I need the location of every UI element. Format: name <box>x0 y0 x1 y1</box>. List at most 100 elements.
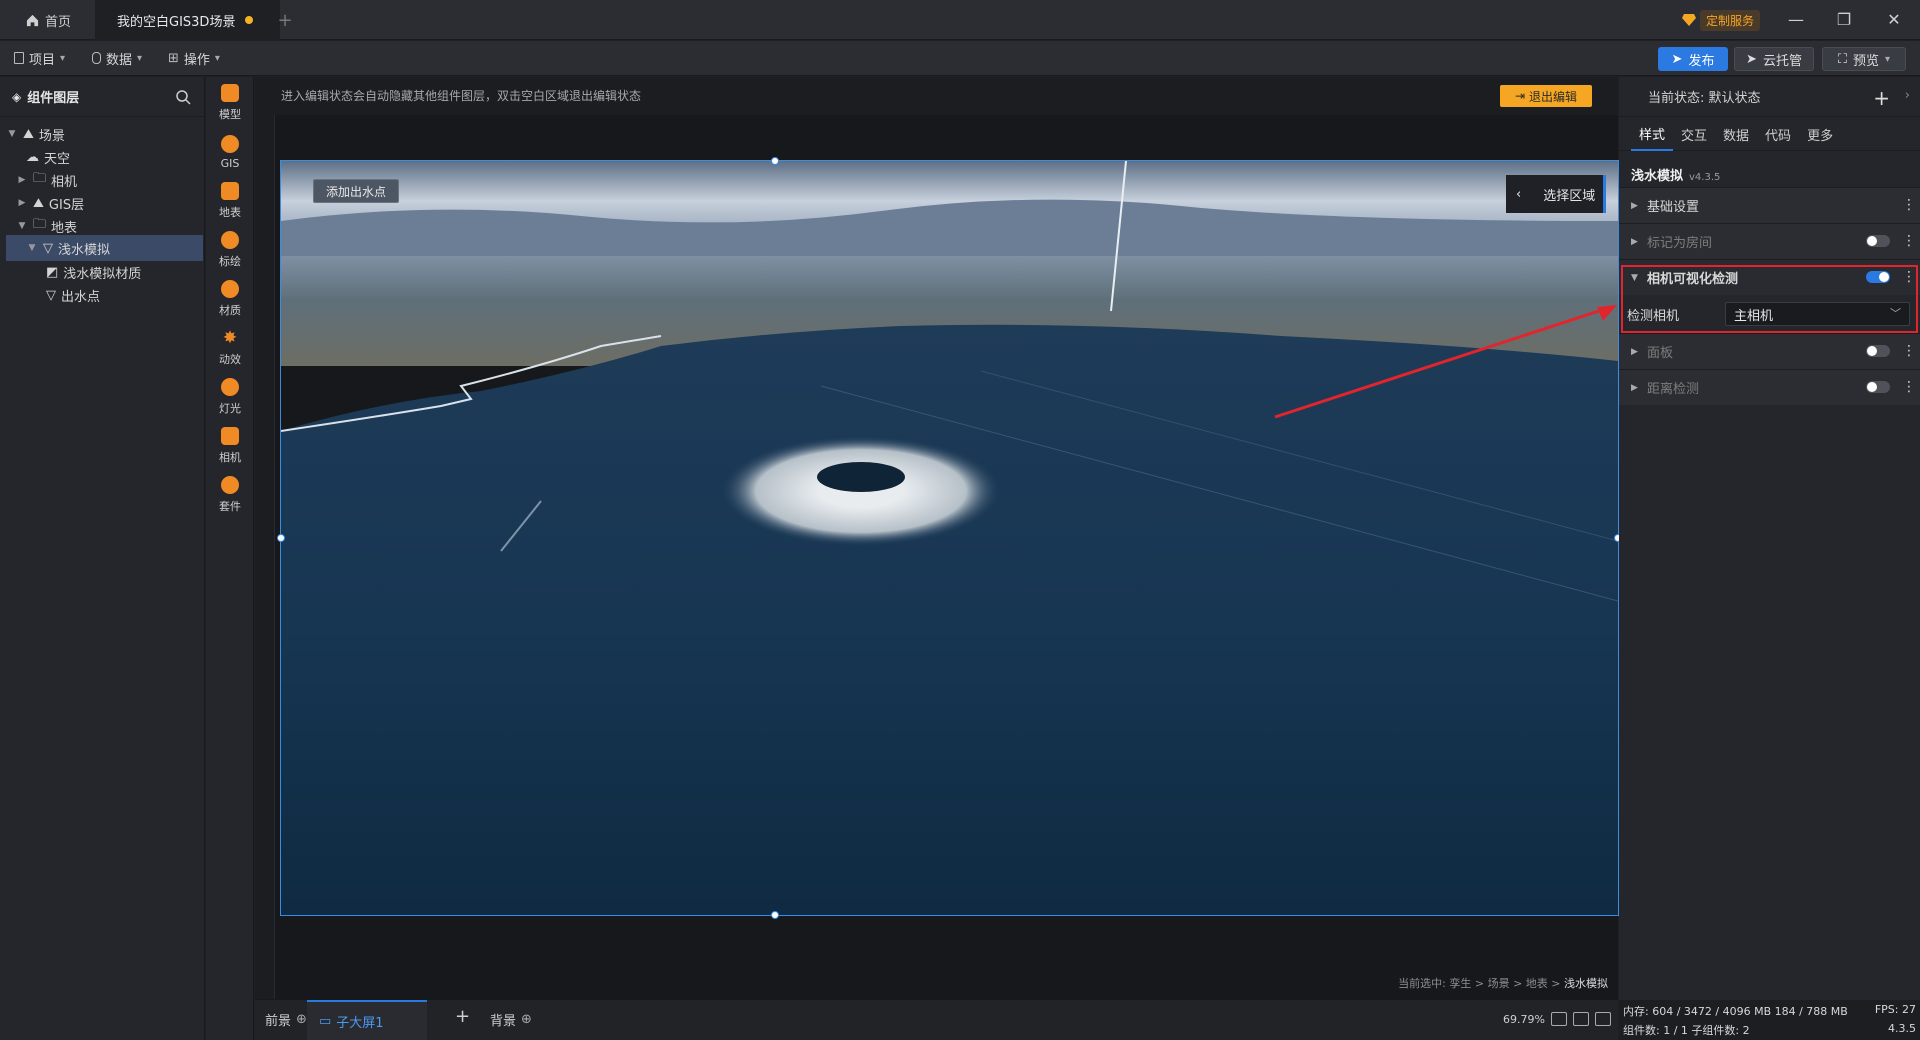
database-icon <box>92 52 101 64</box>
icon-bar-model[interactable]: 模型 <box>206 77 254 129</box>
tree-label: 场景 <box>38 128 65 144</box>
menu-project[interactable]: 项目 ▾ <box>14 47 65 69</box>
component-icon-bar: 模型 GIS 地表 标绘 材质 ✸ 动效 灯光 相机 套件 <box>206 77 254 1040</box>
tree-item-water-outlet[interactable]: ▽ 出水点 <box>6 282 203 308</box>
chevron-down-icon: ▾ <box>137 52 143 64</box>
section-label: 基础设置 <box>1647 200 1700 215</box>
add-screen-button[interactable]: + <box>455 1006 470 1027</box>
minimize-icon[interactable]: — <box>1784 8 1808 32</box>
add-state-icon[interactable]: + <box>1873 86 1890 110</box>
keyboard-icon[interactable] <box>1573 1012 1589 1026</box>
icon-bar-camera[interactable]: 相机 <box>206 420 254 472</box>
material-icon: ◩ <box>46 264 59 280</box>
app-version: 4.3.5 <box>1888 1022 1916 1035</box>
tab-background-label: 背景 <box>490 1014 517 1029</box>
fit-screen-icon[interactable] <box>1551 1012 1567 1026</box>
resize-handle[interactable] <box>771 911 779 919</box>
caret-right-icon: ▶ <box>1631 346 1638 357</box>
distance-detect-toggle[interactable] <box>1866 381 1890 393</box>
select-area-label: 选择区域 <box>1543 188 1596 204</box>
icon-bar-kit[interactable]: 套件 <box>206 469 254 521</box>
tree-label: 天空 <box>44 151 71 167</box>
tab-background[interactable]: 背景 ⊕ <box>490 1010 532 1029</box>
send-icon: ➤ <box>1746 51 1757 67</box>
current-state: 当前状态: 默认状态 <box>1648 91 1761 106</box>
terrain-icon <box>221 182 239 200</box>
terminal-icon[interactable] <box>1595 1012 1611 1026</box>
publish-button[interactable]: ➤ 发布 <box>1658 47 1728 71</box>
editor-canvas[interactable]: 进入编辑状态会自动隐藏其他组件图层，双击空白区域退出编辑状态 ⇥ 退出编辑 添加… <box>255 77 1622 999</box>
icon-bar-label: GIS <box>220 156 240 170</box>
tab-code[interactable]: 代码 <box>1757 117 1799 151</box>
menu-data[interactable]: 数据 ▾ <box>92 47 142 69</box>
caret-down-icon[interactable]: ▼ <box>6 129 18 139</box>
restore-icon[interactable]: ❐ <box>1832 8 1856 32</box>
tab-foreground[interactable]: 前景 ⊕ <box>265 1010 307 1029</box>
gis-layer-icon: ⛰ <box>33 195 44 211</box>
menu-operation[interactable]: ⊞ 操作 ▾ <box>168 47 220 69</box>
icon-bar-terrain[interactable]: 地表 <box>206 175 254 227</box>
resize-handle[interactable] <box>771 157 779 165</box>
add-circle-icon[interactable]: ⊕ <box>296 1012 307 1027</box>
icon-bar-label: 灯光 <box>219 402 241 415</box>
more-vertical-icon[interactable]: ⋮ <box>1902 234 1916 248</box>
caret-down-icon[interactable]: ▼ <box>26 243 38 253</box>
panel-toggle[interactable] <box>1866 345 1890 357</box>
tab-more[interactable]: 更多 <box>1799 117 1841 151</box>
caret-right-icon[interactable]: ▶ <box>16 175 28 185</box>
edit-hint-text: 进入编辑状态会自动隐藏其他组件图层，双击空白区域退出编辑状态 <box>281 89 642 103</box>
tab-interaction[interactable]: 交互 <box>1673 117 1715 151</box>
more-vertical-icon[interactable]: ⋮ <box>1902 380 1916 394</box>
icon-bar-gis[interactable]: GIS <box>206 126 254 178</box>
section-panel[interactable]: ▶ 面板 ⋮ <box>1619 333 1920 369</box>
more-vertical-icon[interactable]: ⋮ <box>1902 198 1916 212</box>
tree-item-shallow-water[interactable]: ▼ ▽ 浅水模拟 <box>6 235 203 261</box>
tab-style[interactable]: 样式 <box>1631 117 1674 151</box>
component-count: 组件数: 1 / 1 子组件数: 2 <box>1623 1024 1750 1037</box>
add-water-outlet-button[interactable]: 添加出水点 <box>313 179 399 203</box>
diamond-icon <box>1682 14 1696 26</box>
memory-readout: 内存: 604 / 3472 / 4096 MB 184 / 788 MB <box>1623 1005 1848 1018</box>
tab-sub-screen[interactable]: ▭ 子大屏1 <box>307 1000 427 1040</box>
mark-room-toggle[interactable] <box>1866 235 1890 247</box>
custom-service-button[interactable]: 定制服务 <box>1682 8 1761 32</box>
icon-bar-light[interactable]: 灯光 <box>206 371 254 423</box>
light-icon <box>221 378 239 396</box>
fullscreen-icon: ⛶ <box>1837 51 1848 67</box>
cloud-hosting-button[interactable]: ➤ 云托管 <box>1734 47 1814 71</box>
folder-icon: 🗀 <box>33 171 47 186</box>
select-area-button[interactable]: ‹ 选择区域 <box>1506 175 1606 213</box>
custom-service-label: 定制服务 <box>1700 9 1761 31</box>
add-tab-button[interactable]: + <box>275 0 295 40</box>
search-icon[interactable] <box>175 89 191 105</box>
close-icon[interactable]: ✕ <box>1882 8 1906 32</box>
tab-home[interactable]: 首页 <box>18 0 93 40</box>
scene-viewport[interactable]: 添加出水点 ‹ 选择区域 <box>280 160 1619 916</box>
caret-down-icon[interactable]: ▼ <box>16 221 28 231</box>
preview-button[interactable]: ⛶ 预览 ▾ <box>1822 47 1906 71</box>
state-row: 当前状态: 默认状态 + › <box>1619 77 1920 117</box>
icon-bar-effect[interactable]: ✸ 动效 <box>206 322 254 374</box>
section-mark-room[interactable]: ▶ 标记为房间 ⋮ <box>1619 223 1920 259</box>
tab-data[interactable]: 数据 <box>1715 117 1757 151</box>
icon-bar-material[interactable]: 材质 <box>206 273 254 325</box>
exit-edit-button[interactable]: ⇥ 退出编辑 <box>1500 85 1592 107</box>
publish-label: 发布 <box>1688 53 1715 69</box>
section-distance-detect[interactable]: ▶ 距离检测 ⋮ <box>1619 369 1920 405</box>
tree-label: 浅水模拟材质 <box>63 266 142 282</box>
chevron-right-icon[interactable]: › <box>1905 88 1910 103</box>
tab-scene[interactable]: 我的空白GIS3D场景 <box>95 0 280 40</box>
resize-handle[interactable] <box>277 534 285 542</box>
tab-foreground-label: 前景 <box>265 1014 292 1029</box>
icon-bar-marker[interactable]: 标绘 <box>206 224 254 276</box>
document-icon <box>14 52 24 64</box>
add-circle-icon[interactable]: ⊕ <box>521 1012 532 1027</box>
icon-bar-label: 地表 <box>219 206 241 219</box>
more-vertical-icon[interactable]: ⋮ <box>1902 344 1916 358</box>
section-basic-settings[interactable]: ▶ 基础设置 ⋮ <box>1619 187 1920 223</box>
icon-bar-label: 模型 <box>219 108 241 121</box>
caret-right-icon[interactable]: ▶ <box>16 198 28 208</box>
exit-icon: ⇥ <box>1514 89 1526 103</box>
tree-label: 地表 <box>51 220 78 236</box>
monitor-icon: ▭ <box>319 1014 332 1029</box>
